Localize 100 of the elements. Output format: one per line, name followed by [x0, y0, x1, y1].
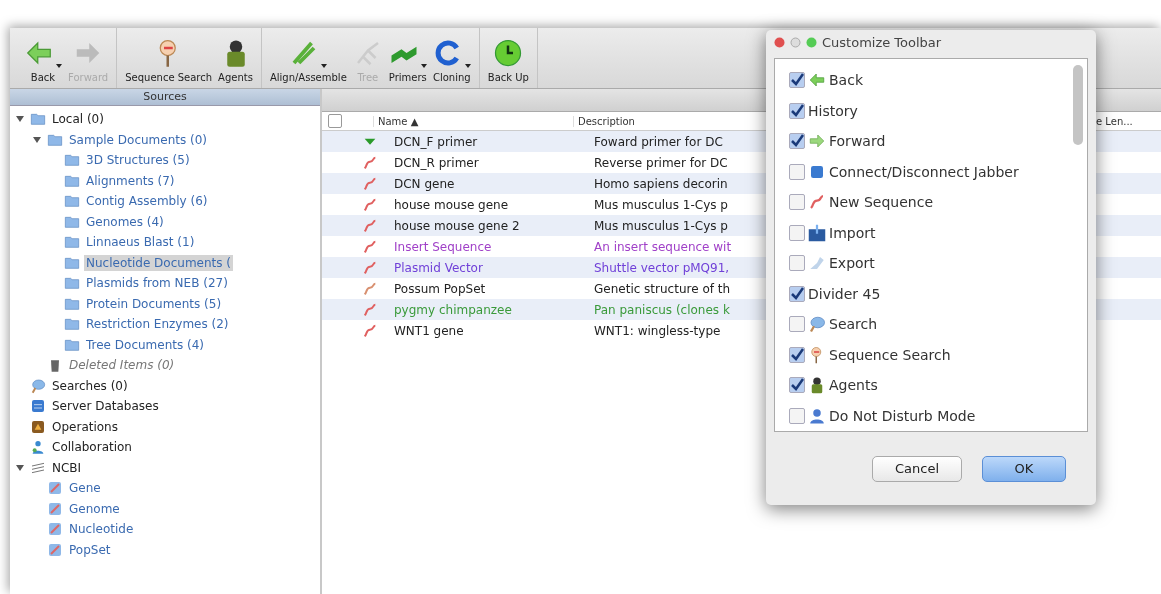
- sequence-icon: [362, 217, 378, 234]
- disclosure-triangle-icon[interactable]: [33, 135, 41, 144]
- toolbar-button[interactable]: Primers: [388, 38, 427, 83]
- import-icon: [808, 223, 826, 242]
- source-item[interactable]: Gene: [67, 480, 103, 497]
- table-cell-text: DCN_R primer: [393, 155, 480, 170]
- dialog-button[interactable]: Cancel: [872, 455, 962, 482]
- close-icon[interactable]: [774, 36, 785, 48]
- checkbox[interactable]: [789, 163, 805, 180]
- sequence-icon: [362, 154, 378, 171]
- database-icon: [47, 480, 63, 497]
- sequence-icon: [362, 322, 378, 339]
- source-item[interactable]: Local (0): [50, 111, 106, 128]
- source-item[interactable]: Nucleotide Documents (: [84, 254, 233, 271]
- checkbox[interactable]: [789, 102, 805, 119]
- checkbox[interactable]: [789, 316, 805, 333]
- source-item[interactable]: PopSet: [67, 541, 113, 558]
- sequence-icon: [362, 238, 378, 255]
- source-item[interactable]: Operations: [50, 418, 120, 435]
- source-item[interactable]: Collaboration: [50, 439, 134, 456]
- table-cell-text: house mouse gene 2: [393, 218, 521, 233]
- disclosure-triangle-icon[interactable]: [16, 463, 24, 472]
- source-item[interactable]: Deleted Items (0): [67, 357, 177, 374]
- source-item[interactable]: Genome: [67, 500, 122, 517]
- source-item[interactable]: Linnaeus Blast (1): [84, 234, 197, 251]
- table-cell-text: DCN_F primer: [393, 134, 479, 149]
- table-cell-text: Foward primer for DC: [593, 134, 723, 149]
- source-item[interactable]: NCBI: [50, 459, 84, 476]
- item-label: Forward: [829, 133, 886, 150]
- table-cell-text: Genetic structure of th: [593, 281, 731, 296]
- table-cell-text: WNT1: wingless-type: [593, 323, 721, 338]
- toolbar-button[interactable]: Sequence Search: [125, 38, 213, 83]
- sequence-icon: [362, 280, 378, 297]
- zoom-icon[interactable]: [806, 36, 817, 48]
- item-label: Sequence Search: [829, 346, 951, 363]
- table-cell-text: Mus musculus 1-Cys p: [593, 218, 728, 233]
- speech-bubble-icon: [30, 377, 46, 394]
- clock-icon: [493, 38, 524, 68]
- source-item[interactable]: Plasmids from NEB (27): [84, 275, 230, 292]
- source-item[interactable]: Nucleotide: [67, 521, 136, 538]
- sequence-icon: [362, 196, 378, 213]
- sequence-icon: [362, 259, 378, 276]
- server-icon: [30, 398, 46, 415]
- item-label: Import: [829, 224, 876, 241]
- table-cell-text: Mus musculus 1-Cys p: [593, 197, 728, 212]
- minimize-icon[interactable]: [790, 36, 801, 48]
- table-cell-text: Shuttle vector pMQ91,: [593, 260, 730, 275]
- toolbar-button[interactable]: Cloning: [432, 38, 471, 83]
- disclosure-triangle-icon[interactable]: [16, 115, 24, 124]
- checkbox[interactable]: [789, 285, 805, 302]
- source-item[interactable]: Searches (0): [50, 377, 130, 394]
- folder-icon: [64, 275, 80, 292]
- checkbox[interactable]: [789, 377, 805, 394]
- item-label: New Sequence: [829, 194, 934, 211]
- database-icon: [47, 521, 63, 538]
- people-icon: [30, 439, 46, 456]
- table-cell-text: WNT1 gene: [393, 323, 465, 338]
- item-label: Back: [829, 72, 863, 89]
- toolbar-button[interactable]: Align/Assemble: [269, 38, 347, 83]
- checkbox[interactable]: [789, 407, 805, 424]
- item-label: Export: [829, 255, 875, 272]
- source-item[interactable]: Tree Documents (4): [84, 336, 207, 353]
- folder-icon: [64, 316, 80, 333]
- checkbox[interactable]: [789, 72, 805, 89]
- source-item[interactable]: Sample Documents (0): [67, 131, 210, 148]
- dialog-button[interactable]: OK: [982, 455, 1066, 482]
- column-header[interactable]: Name ▲: [373, 115, 573, 127]
- table-cell-text: An insert sequence wit: [593, 239, 732, 254]
- source-item[interactable]: Restriction Enzymes (2): [84, 316, 231, 333]
- source-item[interactable]: Genomes (4): [84, 213, 166, 230]
- item-label: Agents: [829, 377, 878, 394]
- item-label: Connect/Disconnect Jabber: [829, 163, 1019, 180]
- checkbox[interactable]: [789, 346, 805, 363]
- folder-icon: [64, 193, 80, 210]
- toolbar-button[interactable]: Agents: [218, 38, 253, 83]
- toolbar-button[interactable]: Back: [24, 38, 62, 83]
- source-item[interactable]: 3D Structures (5): [84, 152, 192, 169]
- table-cell-text: pygmy chimpanzee: [393, 302, 513, 317]
- source-item[interactable]: Protein Documents (5): [84, 295, 224, 312]
- database-icon: [47, 500, 63, 517]
- database-icon: [47, 541, 63, 558]
- item-label: Search: [829, 316, 878, 333]
- checkbox[interactable]: [789, 194, 805, 211]
- folder-icon: [64, 234, 80, 251]
- source-item[interactable]: Server Databases: [50, 398, 161, 415]
- source-item[interactable]: Contig Assembly (6): [84, 193, 210, 210]
- checkbox[interactable]: [789, 224, 805, 241]
- person-icon: [808, 406, 826, 425]
- checkbox[interactable]: [789, 255, 805, 272]
- source-item[interactable]: Alignments (7): [84, 172, 177, 189]
- toolbar-button[interactable]: Back Up: [487, 38, 529, 83]
- folder-icon: [64, 152, 80, 169]
- item-label: History: [808, 102, 858, 119]
- item-label: Divider 45: [808, 285, 881, 302]
- folder-icon: [30, 111, 46, 128]
- checkbox[interactable]: [789, 133, 805, 150]
- table-cell-text: Plasmid Vector: [393, 260, 484, 275]
- operations-icon: [30, 418, 46, 435]
- sequence-icon: [362, 301, 378, 318]
- select-all-checkbox[interactable]: [328, 114, 342, 128]
